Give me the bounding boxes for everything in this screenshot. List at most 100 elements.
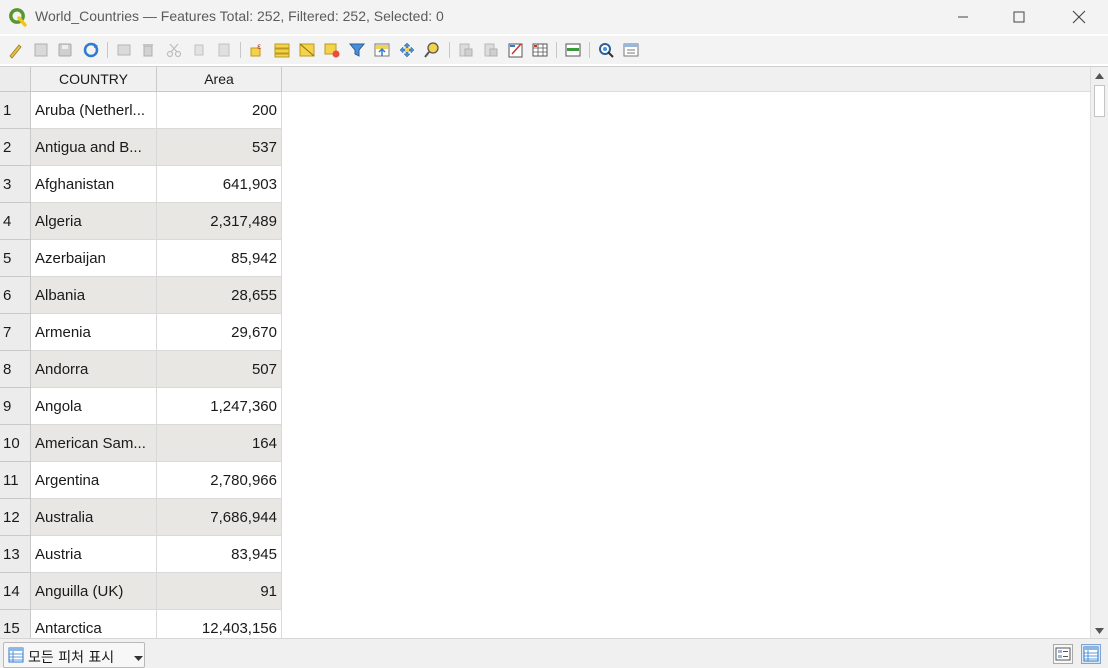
cell-country[interactable]: Armenia xyxy=(31,314,157,351)
save-edits-icon[interactable] xyxy=(56,41,74,59)
row-header[interactable]: 3 xyxy=(0,166,31,203)
cell-country[interactable]: Aruba (Netherl... xyxy=(31,92,157,129)
cell-area[interactable]: 83,945 xyxy=(157,536,282,573)
cell-country[interactable]: Andorra xyxy=(31,351,157,388)
table-row[interactable]: 1 Aruba (Netherl... 200 xyxy=(0,92,282,129)
cell-country[interactable]: Antigua and B... xyxy=(31,129,157,166)
table-row[interactable]: 11 Argentina 2,780,966 xyxy=(0,462,282,499)
row-header[interactable]: 8 xyxy=(0,351,31,388)
row-header[interactable]: 4 xyxy=(0,203,31,240)
delete-field-icon[interactable] xyxy=(482,41,500,59)
conditional-format-icon[interactable] xyxy=(531,41,549,59)
row-header[interactable]: 14 xyxy=(0,573,31,610)
cell-area[interactable]: 641,903 xyxy=(157,166,282,203)
dock-table-icon[interactable] xyxy=(564,41,582,59)
table-row[interactable]: 13 Austria 83,945 xyxy=(0,536,282,573)
actions-icon[interactable] xyxy=(597,41,615,59)
delete-feature-icon[interactable] xyxy=(139,41,157,59)
column-header-area[interactable]: Area xyxy=(157,67,282,92)
table-row[interactable]: 3 Afghanistan 641,903 xyxy=(0,166,282,203)
select-expression-icon[interactable]: ε xyxy=(248,41,266,59)
row-header[interactable]: 6 xyxy=(0,277,31,314)
cell-country[interactable]: Albania xyxy=(31,277,157,314)
cell-area[interactable]: 200 xyxy=(157,92,282,129)
cut-icon[interactable] xyxy=(165,41,183,59)
cell-area[interactable]: 164 xyxy=(157,425,282,462)
maximize-button[interactable] xyxy=(990,0,1048,34)
cell-area[interactable]: 85,942 xyxy=(157,240,282,277)
cell-area[interactable]: 507 xyxy=(157,351,282,388)
cell-area[interactable]: 91 xyxy=(157,573,282,610)
deselect-all-icon[interactable] xyxy=(323,41,341,59)
filter-selection-icon[interactable] xyxy=(348,41,366,59)
cell-country[interactable]: Austria xyxy=(31,536,157,573)
toggle-editing-icon[interactable] xyxy=(6,41,24,59)
new-field-icon[interactable] xyxy=(457,41,475,59)
add-feature-icon[interactable] xyxy=(115,41,133,59)
scroll-up-button[interactable] xyxy=(1091,67,1108,84)
table-row[interactable]: 6 Albania 28,655 xyxy=(0,277,282,314)
cell-country[interactable]: Argentina xyxy=(31,462,157,499)
scroll-down-button[interactable] xyxy=(1091,622,1108,638)
minimize-button[interactable] xyxy=(934,0,992,34)
cell-country[interactable]: Afghanistan xyxy=(31,166,157,203)
cell-country[interactable]: Anguilla (UK) xyxy=(31,573,157,610)
table-row[interactable]: 4 Algeria 2,317,489 xyxy=(0,203,282,240)
cell-area[interactable]: 28,655 xyxy=(157,277,282,314)
form-view-button[interactable] xyxy=(1053,644,1073,664)
cell-area[interactable]: 1,247,360 xyxy=(157,388,282,425)
cell-area[interactable]: 2,317,489 xyxy=(157,203,282,240)
cell-area[interactable]: 12,403,156 xyxy=(157,610,282,638)
cell-country[interactable]: Antarctica xyxy=(31,610,157,638)
cell-area[interactable]: 2,780,966 xyxy=(157,462,282,499)
organize-columns-icon[interactable] xyxy=(622,41,640,59)
feature-filter-dropdown[interactable]: 모든 피처 표시 xyxy=(3,642,145,668)
cell-area[interactable]: 7,686,944 xyxy=(157,499,282,536)
cell-country[interactable]: American Sam... xyxy=(31,425,157,462)
invert-selection-icon[interactable] xyxy=(298,41,316,59)
row-header[interactable]: 11 xyxy=(0,462,31,499)
table-view-button[interactable] xyxy=(1081,644,1101,664)
cell-area[interactable]: 537 xyxy=(157,129,282,166)
cell-area[interactable]: 29,670 xyxy=(157,314,282,351)
row-header[interactable]: 2 xyxy=(0,129,31,166)
table-row[interactable]: 10 American Sam... 164 xyxy=(0,425,282,462)
dropdown-arrow-icon xyxy=(134,656,143,661)
table-row[interactable]: 12 Australia 7,686,944 xyxy=(0,499,282,536)
select-all-icon[interactable] xyxy=(273,41,291,59)
column-header-country[interactable]: COUNTRY xyxy=(31,67,157,92)
scrollbar-thumb[interactable] xyxy=(1094,85,1105,117)
cell-country[interactable]: Azerbaijan xyxy=(31,240,157,277)
zoom-to-selection-icon[interactable] xyxy=(423,41,441,59)
table-row[interactable]: 15 Antarctica 12,403,156 xyxy=(0,610,282,638)
copy-icon[interactable] xyxy=(190,41,208,59)
table-row[interactable]: 8 Andorra 507 xyxy=(0,351,282,388)
row-header[interactable]: 10 xyxy=(0,425,31,462)
table-row[interactable]: 2 Antigua and B... 537 xyxy=(0,129,282,166)
field-calculator-icon[interactable] xyxy=(507,41,525,59)
row-header[interactable]: 1 xyxy=(0,92,31,129)
row-header[interactable]: 12 xyxy=(0,499,31,536)
cell-country[interactable]: Angola xyxy=(31,388,157,425)
attribute-table[interactable]: COUNTRY Area 1 Aruba (Netherl... 200 2 A… xyxy=(0,66,1108,638)
table-row[interactable]: 9 Angola 1,247,360 xyxy=(0,388,282,425)
status-bar: 모든 피처 표시 xyxy=(0,638,1108,668)
paste-icon[interactable] xyxy=(215,41,233,59)
table-row[interactable]: 14 Anguilla (UK) 91 xyxy=(0,573,282,610)
table-corner-button[interactable] xyxy=(0,67,31,92)
vertical-scrollbar[interactable] xyxy=(1090,67,1108,638)
table-row[interactable]: 7 Armenia 29,670 xyxy=(0,314,282,351)
row-header[interactable]: 9 xyxy=(0,388,31,425)
pan-to-selection-icon[interactable] xyxy=(398,41,416,59)
row-header[interactable]: 15 xyxy=(0,610,31,638)
table-row[interactable]: 5 Azerbaijan 85,942 xyxy=(0,240,282,277)
cell-country[interactable]: Australia xyxy=(31,499,157,536)
move-selection-top-icon[interactable] xyxy=(373,41,391,59)
close-button[interactable] xyxy=(1050,0,1108,34)
row-header[interactable]: 5 xyxy=(0,240,31,277)
row-header[interactable]: 13 xyxy=(0,536,31,573)
multi-edit-icon[interactable] xyxy=(32,41,50,59)
row-header[interactable]: 7 xyxy=(0,314,31,351)
reload-icon[interactable] xyxy=(82,41,100,59)
cell-country[interactable]: Algeria xyxy=(31,203,157,240)
